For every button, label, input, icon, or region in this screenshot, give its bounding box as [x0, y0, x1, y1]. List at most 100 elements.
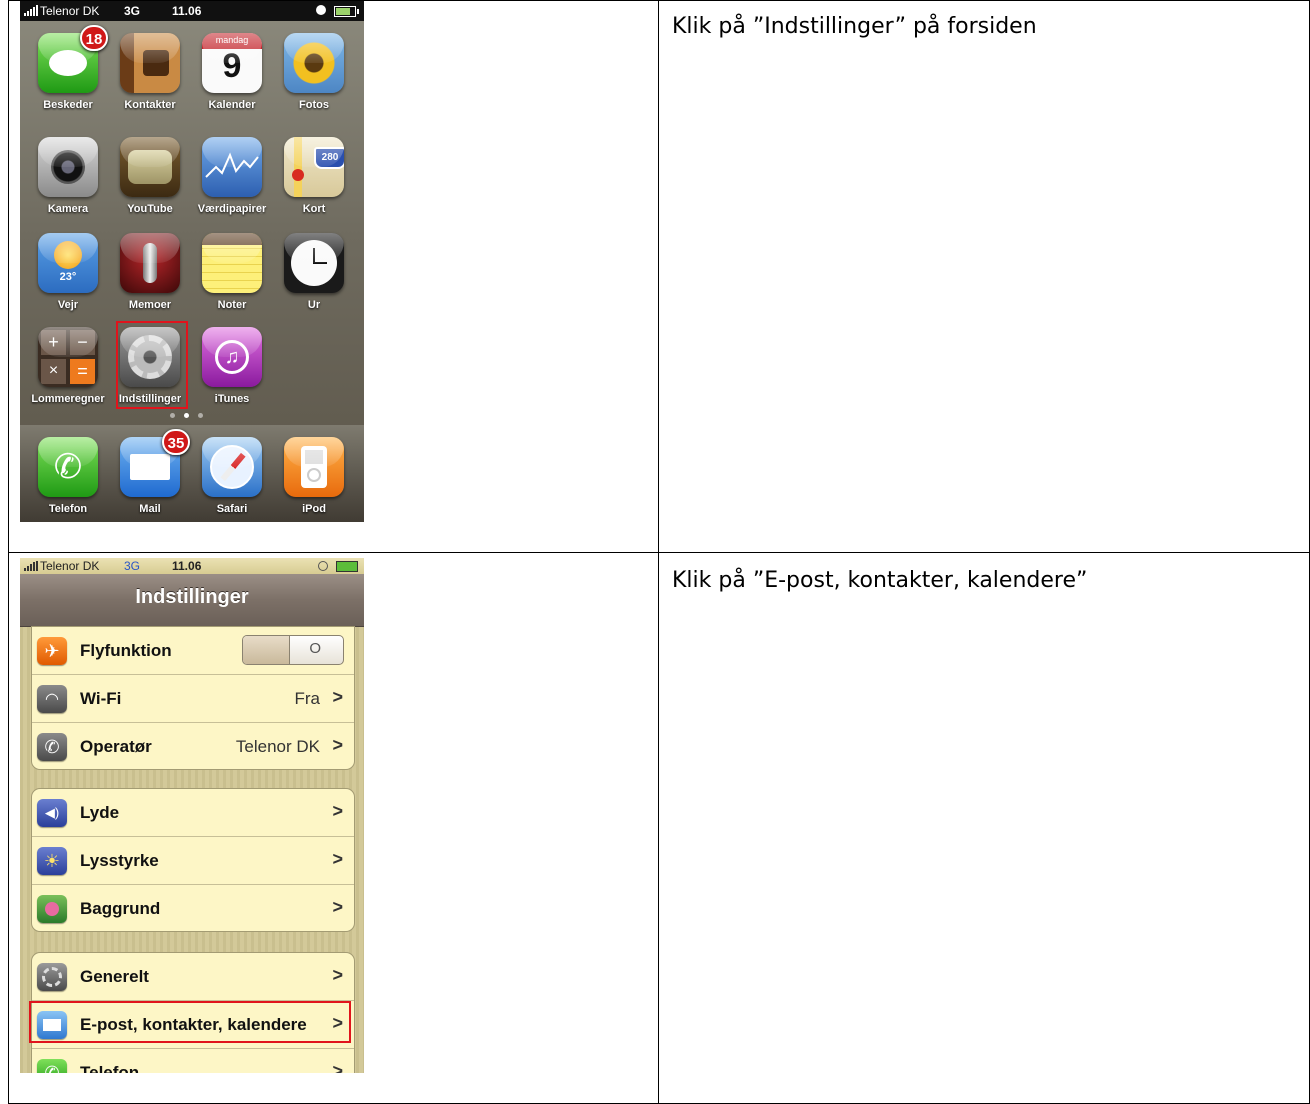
signal-icon: [24, 5, 38, 16]
status-time: 11.06: [172, 559, 202, 573]
app-notes[interactable]: Noter: [184, 233, 268, 323]
instruction-step-2: Klik på ”E-post, kontakter, kalendere”: [672, 568, 1088, 593]
row-value: Telenor DK: [235, 737, 320, 756]
row-label: Wi-Fi: [80, 689, 122, 708]
app-camera[interactable]: Kamera: [20, 137, 104, 227]
status-time: 11.06: [172, 4, 202, 18]
page-title: Indstillinger: [135, 586, 249, 608]
app-mail[interactable]: 35 Mail: [102, 429, 190, 522]
settings-screen-screenshot: Telenor DK 3G 11.06 Indstillinger ✈ Flyf…: [20, 558, 364, 1073]
page-indicator: [170, 413, 203, 418]
network-type: 3G: [124, 559, 141, 573]
home-screen-screenshot: Telenor DK 3G 11.06 18 Beskeder Kontakte…: [20, 1, 364, 522]
table-border-divider: [658, 0, 659, 1104]
messages-badge: 18: [80, 25, 108, 51]
row-label: Operatør: [80, 737, 152, 756]
chevron-right-icon: >: [332, 849, 343, 869]
chevron-right-icon: >: [332, 735, 343, 755]
row-general[interactable]: Generelt >: [32, 953, 354, 1000]
row-wifi[interactable]: ◠ Wi-Fi Fra >: [32, 674, 354, 722]
app-contacts[interactable]: Kontakter: [102, 33, 186, 123]
phone-handset-icon: ✆: [37, 1059, 67, 1073]
microphone-icon: [120, 233, 180, 293]
toggle-thumb: [243, 636, 290, 664]
chevron-right-icon: >: [332, 897, 343, 917]
airplane-toggle[interactable]: O: [242, 635, 344, 665]
app-clock[interactable]: Ur: [266, 233, 350, 323]
app-photos[interactable]: Fotos: [266, 33, 350, 123]
row-carrier[interactable]: ✆ Operatør Telenor DK >: [32, 722, 354, 769]
table-border-left: [8, 0, 9, 1104]
phone-handset-icon: ✆: [37, 733, 67, 761]
app-phone[interactable]: ✆ Telefon: [20, 437, 104, 522]
app-maps[interactable]: 280 Kort: [266, 137, 350, 227]
row-label: Lysstyrke: [80, 851, 159, 870]
mail-badge: 35: [162, 429, 190, 455]
orientation-lock-icon: [316, 5, 326, 15]
app-voice-memos[interactable]: Memoer: [102, 233, 186, 323]
row-wallpaper[interactable]: Baggrund >: [32, 884, 354, 931]
app-youtube[interactable]: YouTube: [102, 137, 186, 227]
calculator-icon: + − × =: [38, 327, 98, 387]
calendar-weekday: mandag: [202, 33, 262, 49]
table-border-middle: [8, 552, 1310, 553]
sunflower-icon: [284, 33, 344, 93]
app-label: iTunes: [214, 393, 250, 405]
row-label: Baggrund: [80, 899, 161, 918]
row-label: Lyde: [80, 803, 120, 822]
row-brightness[interactable]: ☀ Lysstyrke >: [32, 836, 354, 884]
chevron-right-icon: >: [332, 965, 343, 985]
chevron-right-icon: >: [332, 687, 343, 707]
row-label: Flyfunktion: [80, 641, 172, 660]
wallpaper-flower-icon: [37, 895, 67, 923]
phone-handset-icon: ✆: [38, 437, 98, 497]
calendar-day: 9: [222, 47, 242, 85]
status-bar: Telenor DK 3G 11.06: [20, 558, 364, 574]
settings-group-connectivity: ✈ Flyfunktion O ◠ Wi-Fi Fra > ✆ Operatør…: [31, 626, 355, 770]
row-airplane-mode[interactable]: ✈ Flyfunktion O: [32, 627, 354, 674]
app-ipod[interactable]: iPod: [266, 437, 350, 522]
app-label: Kort: [302, 203, 326, 215]
row-label: Generelt: [80, 967, 149, 986]
contacts-icon: [120, 33, 180, 93]
app-label: iPod: [302, 503, 326, 515]
network-type: 3G: [124, 4, 141, 18]
settings-gear-icon: [37, 963, 67, 991]
notepad-icon: [202, 233, 262, 293]
settings-group-display: ◀) Lyde > ☀ Lysstyrke > Baggrund >: [31, 788, 355, 932]
row-label: Telefon: [80, 1063, 140, 1073]
status-bar: Telenor DK 3G 11.06: [20, 1, 364, 21]
battery-icon: [336, 561, 358, 572]
navigation-bar: Indstillinger: [20, 574, 364, 627]
app-weather[interactable]: 23° Vejr: [20, 233, 104, 323]
camera-icon: [38, 137, 98, 197]
weather-sun-icon: 23°: [38, 233, 98, 293]
map-icon: 280: [284, 137, 344, 197]
safari-compass-icon: [202, 437, 262, 497]
app-calendar[interactable]: mandag 9 Kalender: [184, 33, 268, 123]
app-stocks[interactable]: Værdipapirer: [184, 137, 268, 227]
app-itunes[interactable]: ♫ iTunes: [184, 327, 268, 417]
weather-temp: 23°: [59, 271, 77, 283]
app-safari[interactable]: Safari: [184, 437, 268, 522]
row-phone[interactable]: ✆ Telefon >: [32, 1048, 354, 1073]
app-label: Ur: [307, 299, 321, 311]
battery-icon: [334, 6, 359, 17]
wifi-icon: ◠: [37, 685, 67, 713]
brightness-sun-icon: ☀: [37, 847, 67, 875]
orientation-lock-icon: [318, 561, 328, 571]
row-value: Fra: [294, 689, 321, 708]
youtube-tv-icon: [120, 137, 180, 197]
map-pin-icon: [292, 169, 304, 181]
itunes-note-icon: ♫: [202, 327, 262, 387]
highway-sign: 280: [314, 147, 344, 169]
app-messages[interactable]: 18 Beskeder: [20, 25, 108, 123]
app-calculator[interactable]: + − × = Lommeregner: [20, 327, 105, 417]
instruction-step-1: Klik på ”Indstillinger” på forsiden: [672, 14, 1037, 39]
calendar-icon: mandag 9: [202, 33, 262, 93]
speaker-icon: ◀): [37, 799, 67, 827]
row-sounds[interactable]: ◀) Lyde >: [32, 789, 354, 836]
carrier-name: Telenor DK: [40, 559, 100, 573]
signal-icon: [24, 561, 38, 571]
chevron-right-icon: >: [332, 1061, 343, 1073]
